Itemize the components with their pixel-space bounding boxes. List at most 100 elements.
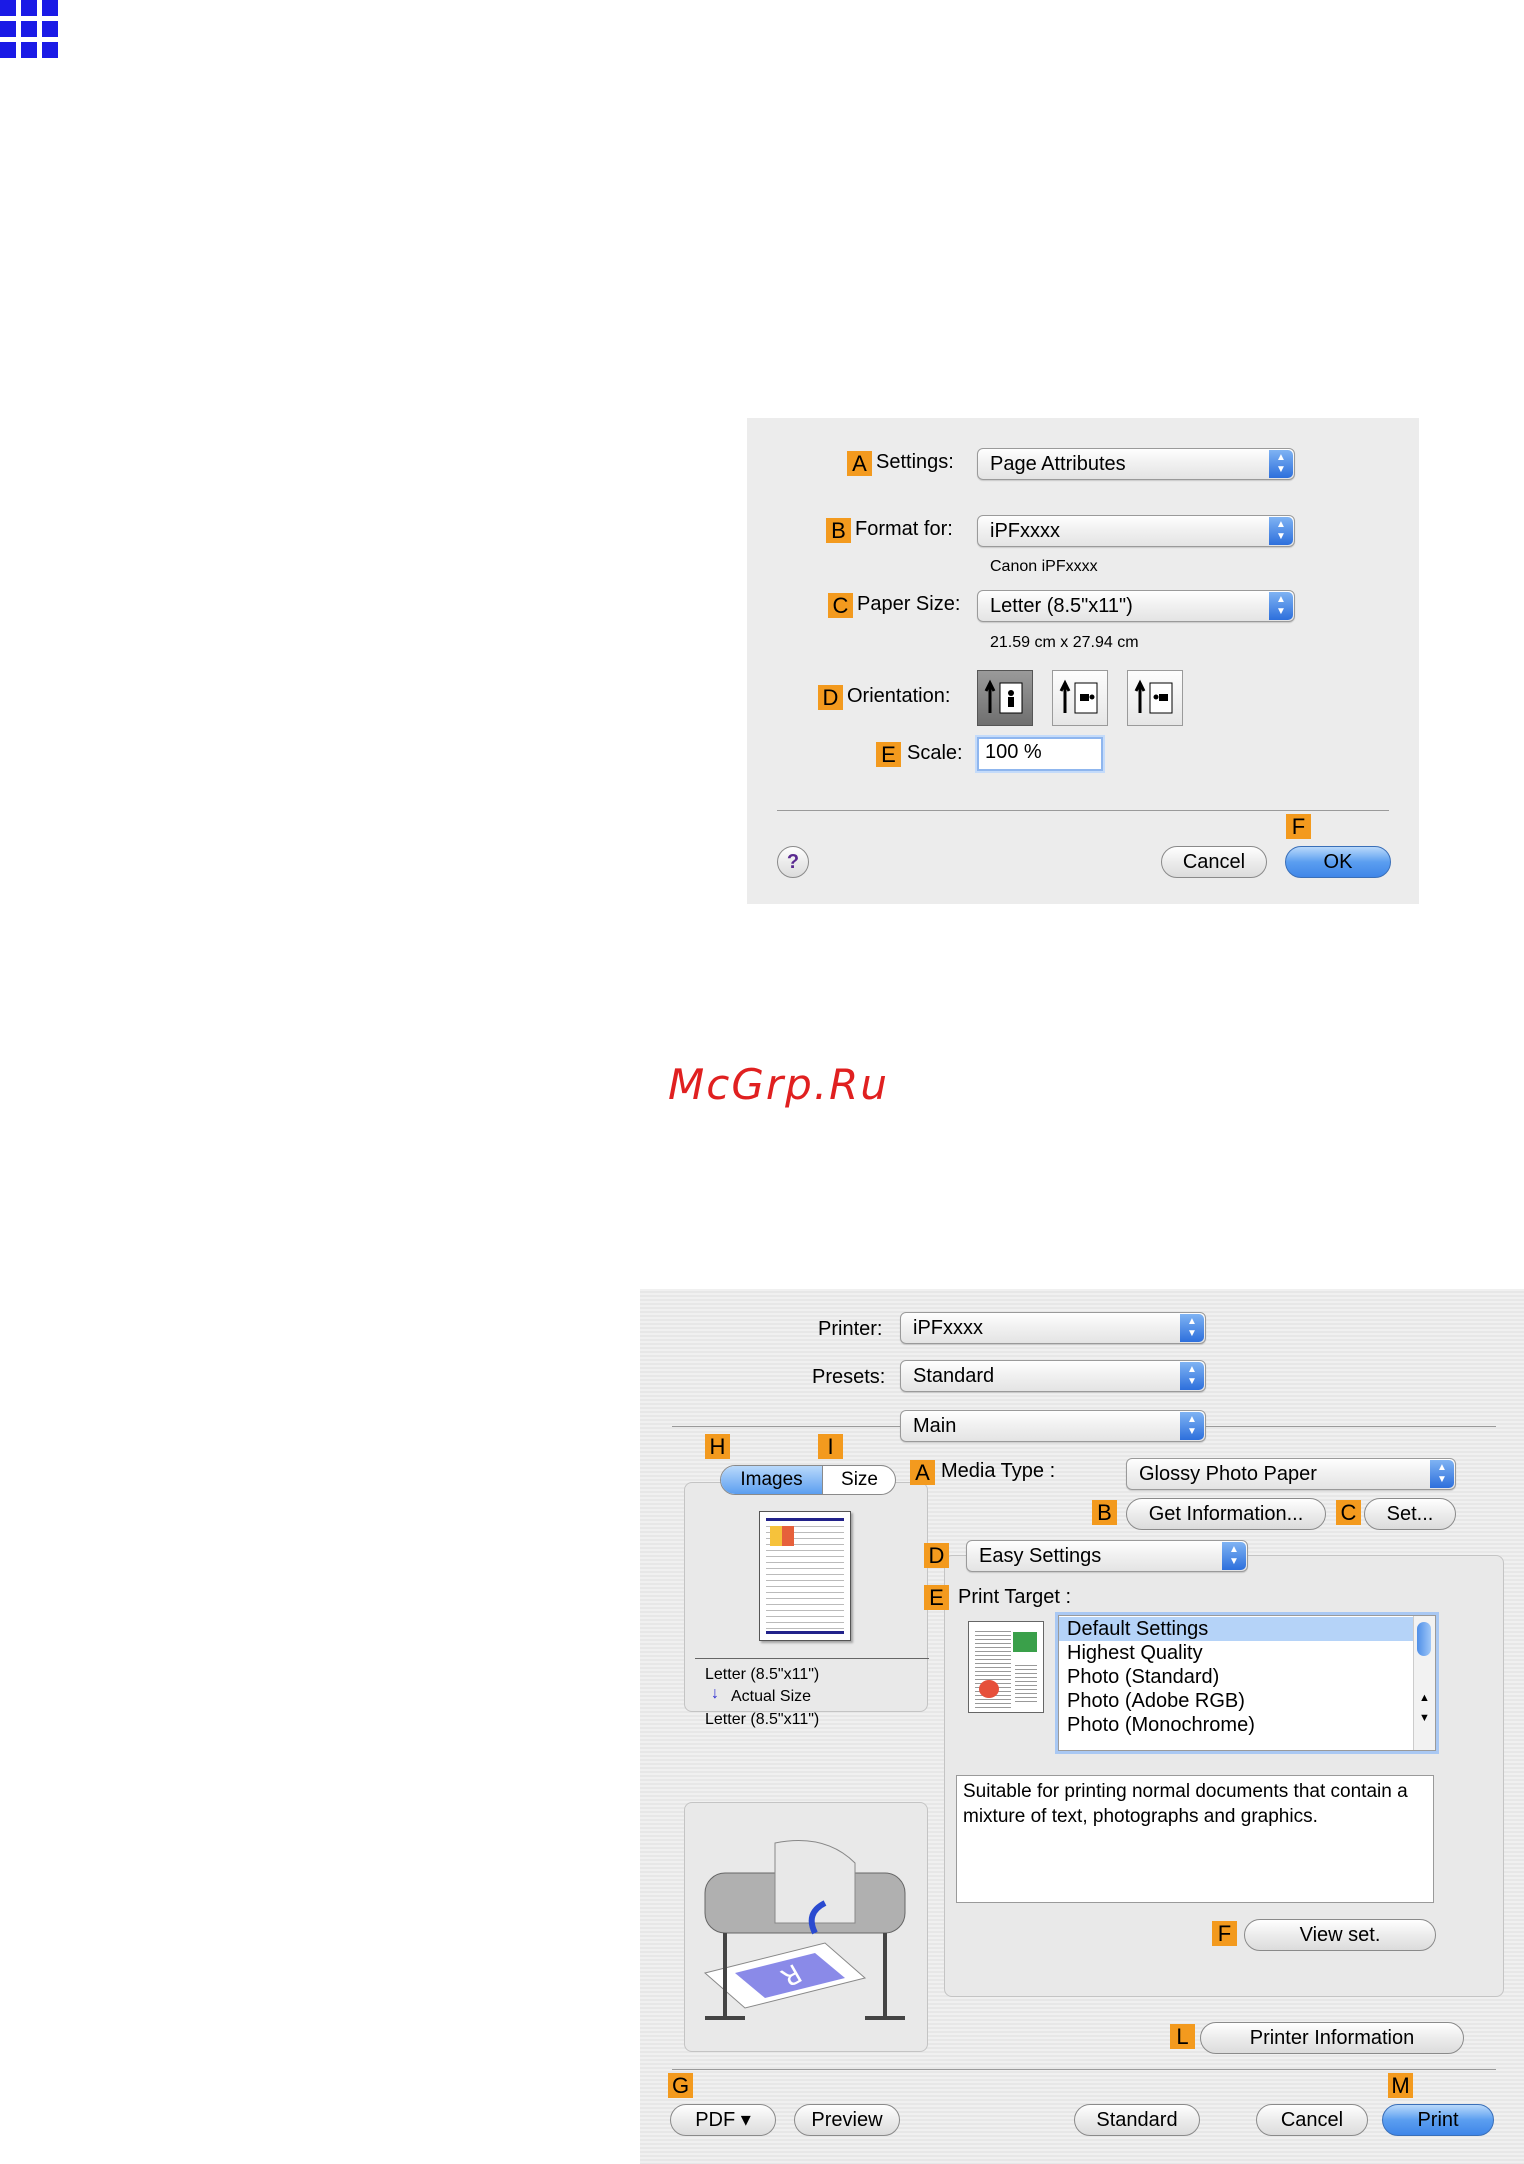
preview-divider xyxy=(695,1658,929,1659)
pdf-button[interactable]: PDF ▾ xyxy=(670,2104,776,2136)
list-scrollbar[interactable]: ▲ ▼ xyxy=(1413,1616,1435,1750)
document-thumbnail-icon xyxy=(968,1621,1044,1713)
pane-value: Main xyxy=(913,1415,957,1437)
printer-illustration-icon: R xyxy=(703,1840,906,2020)
callout-e: E xyxy=(876,742,901,767)
page-preview xyxy=(759,1511,851,1641)
callout-a: A xyxy=(847,451,872,476)
down-arrow-icon: ↓ xyxy=(711,1685,719,1702)
callout-c: C xyxy=(1336,1500,1361,1525)
callout-d: D xyxy=(818,685,843,710)
callout-f: F xyxy=(1286,814,1311,839)
portrait-icon xyxy=(984,679,1023,714)
callout-d: D xyxy=(924,1543,949,1568)
format-for-popup[interactable]: iPFxxxx ▲ ▼ xyxy=(977,515,1295,547)
standard-button[interactable]: Standard xyxy=(1074,2104,1200,2136)
help-button[interactable]: ? xyxy=(777,846,809,878)
media-type-label: Media Type : xyxy=(941,1460,1056,1482)
settings-popup[interactable]: Page Attributes ▲ ▼ xyxy=(977,448,1295,480)
list-item[interactable]: Highest Quality xyxy=(1067,1641,1203,1665)
format-for-sub: Canon iPFxxxx xyxy=(990,558,1098,575)
presets-label: Presets: xyxy=(812,1366,886,1388)
tab-size[interactable]: Size xyxy=(822,1466,895,1494)
pane-popup[interactable]: Main ▲ ▼ xyxy=(900,1410,1206,1442)
list-item[interactable]: Photo (Monochrome) xyxy=(1067,1713,1255,1737)
callout-c: C xyxy=(828,593,853,618)
popup-arrows-icon: ▲ ▼ xyxy=(1430,1460,1454,1488)
set-button[interactable]: Set... xyxy=(1364,1498,1456,1530)
list-item[interactable]: Default Settings xyxy=(1059,1617,1413,1641)
printer-label: Printer: xyxy=(818,1318,883,1340)
orientation-landscape-button[interactable] xyxy=(1052,670,1108,726)
printer-value: iPFxxxx xyxy=(913,1317,983,1339)
landscape-icon xyxy=(1059,679,1098,714)
print-target-label: Print Target : xyxy=(958,1586,1072,1608)
presets-value: Standard xyxy=(913,1365,995,1387)
scroll-thumb[interactable] xyxy=(1417,1622,1431,1656)
callout-l: L xyxy=(1170,2024,1195,2049)
media-type-popup[interactable]: Glossy Photo Paper ▲ ▼ xyxy=(1126,1458,1456,1490)
pane-divider-right xyxy=(1206,1426,1496,1427)
callout-g: G xyxy=(668,2073,693,2098)
pane-divider-left xyxy=(672,1426,900,1427)
reverse-landscape-icon xyxy=(1134,679,1173,714)
orientation-portrait-button[interactable] xyxy=(977,670,1033,726)
get-information-button[interactable]: Get Information... xyxy=(1126,1498,1326,1530)
divider xyxy=(777,810,1389,811)
paper-size-line1: Letter (8.5"x11") xyxy=(705,1666,820,1683)
print-button[interactable]: Print xyxy=(1382,2104,1494,2136)
printer-illustration-panel: R xyxy=(684,1802,928,2052)
paper-size-line3: Letter (8.5"x11") xyxy=(705,1711,820,1728)
orientation-reverse-landscape-button[interactable] xyxy=(1127,670,1183,726)
popup-arrows-icon: ▲ ▼ xyxy=(1269,592,1293,620)
grid-menu-icon xyxy=(0,0,58,66)
scale-input[interactable]: 100 % xyxy=(977,737,1103,771)
image-thumbnail-icon xyxy=(770,1526,794,1546)
presets-popup[interactable]: Standard ▲ ▼ xyxy=(900,1360,1206,1392)
paper-size-value: Letter (8.5"x11") xyxy=(990,595,1133,617)
popup-arrows-icon: ▲ ▼ xyxy=(1222,1542,1246,1570)
popup-arrows-icon: ▲ ▼ xyxy=(1269,517,1293,545)
description-text: Suitable for printing normal documents t… xyxy=(956,1775,1434,1903)
orientation-label: Orientation: xyxy=(847,685,951,707)
callout-b: B xyxy=(826,518,851,543)
bottom-divider xyxy=(672,2069,1496,2070)
callout-m: M xyxy=(1388,2073,1413,2098)
actual-size-label: Actual Size xyxy=(731,1688,812,1705)
settings-value: Page Attributes xyxy=(990,453,1126,475)
tab-images[interactable]: Images xyxy=(721,1466,822,1494)
ok-button[interactable]: OK xyxy=(1285,846,1391,878)
popup-arrows-icon: ▲ ▼ xyxy=(1180,1412,1204,1440)
callout-b: B xyxy=(1092,1500,1117,1525)
format-for-label: Format for: xyxy=(855,518,953,540)
view-set-button[interactable]: View set. xyxy=(1244,1919,1436,1951)
preview-button[interactable]: Preview xyxy=(794,2104,900,2136)
print-target-list[interactable]: Default Settings Highest Quality Photo (… xyxy=(1058,1615,1436,1751)
scroll-down-icon[interactable]: ▼ xyxy=(1419,1712,1430,1724)
callout-e: E xyxy=(924,1585,949,1610)
callout-f: F xyxy=(1212,1921,1237,1946)
callout-a: A xyxy=(910,1460,935,1485)
paper-size-label: Paper Size: xyxy=(857,593,961,615)
callout-i: I xyxy=(818,1434,843,1459)
popup-arrows-icon: ▲ ▼ xyxy=(1180,1362,1204,1390)
format-for-value: iPFxxxx xyxy=(990,520,1060,542)
printer-information-button[interactable]: Printer Information xyxy=(1200,2022,1464,2054)
settings-label: Settings: xyxy=(876,451,954,473)
popup-arrows-icon: ▲ ▼ xyxy=(1269,450,1293,478)
paper-size-popup[interactable]: Letter (8.5"x11") ▲ ▼ xyxy=(977,590,1295,622)
media-type-value: Glossy Photo Paper xyxy=(1139,1463,1317,1485)
easy-settings-popup[interactable]: Easy Settings ▲ ▼ xyxy=(966,1540,1248,1572)
preview-panel: Letter (8.5"x11") ↓ Actual Size Letter (… xyxy=(684,1482,929,1728)
preview-tabs: Images Size xyxy=(720,1465,896,1495)
cancel-button[interactable]: Cancel xyxy=(1256,2104,1368,2136)
watermark-text: McGrp.Ru xyxy=(668,1060,889,1109)
scale-label: Scale: xyxy=(907,742,963,764)
easy-settings-value: Easy Settings xyxy=(979,1545,1102,1567)
printer-popup[interactable]: iPFxxxx ▲ ▼ xyxy=(900,1312,1206,1344)
list-item[interactable]: Photo (Adobe RGB) xyxy=(1067,1689,1245,1713)
scroll-up-icon[interactable]: ▲ xyxy=(1419,1692,1430,1704)
popup-arrows-icon: ▲ ▼ xyxy=(1180,1314,1204,1342)
cancel-button[interactable]: Cancel xyxy=(1161,846,1267,878)
list-item[interactable]: Photo (Standard) xyxy=(1067,1665,1219,1689)
